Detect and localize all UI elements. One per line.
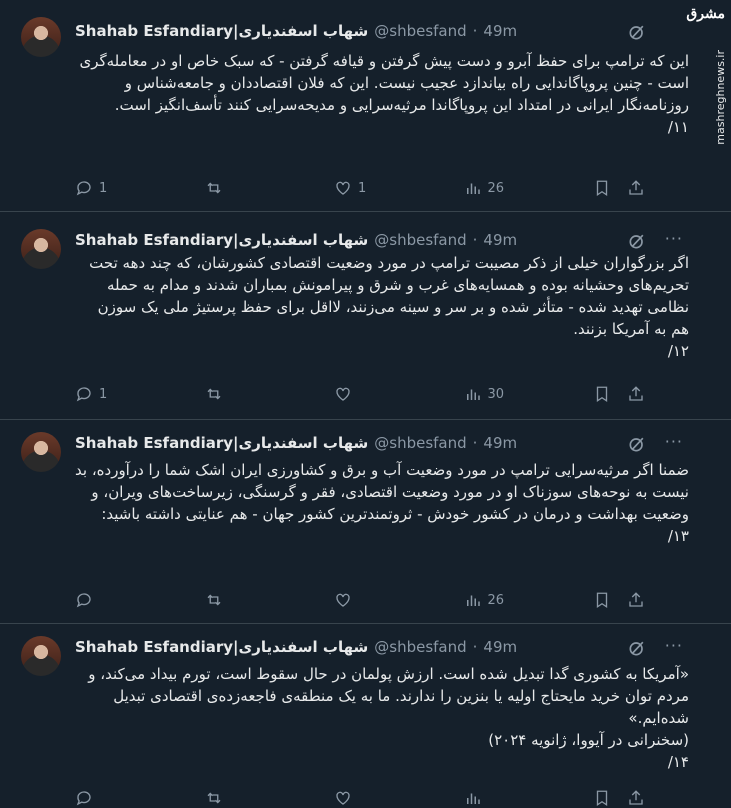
more-options-button[interactable]: ··· bbox=[665, 229, 683, 248]
author-name[interactable]: Shahab Esfandiary|شهاب اسفندیاری bbox=[75, 638, 368, 656]
more-options-button[interactable]: ··· bbox=[665, 636, 683, 655]
share-icon[interactable] bbox=[627, 789, 645, 807]
repost-button[interactable] bbox=[205, 385, 265, 403]
grok-icon[interactable] bbox=[627, 434, 647, 454]
heart-icon bbox=[336, 593, 350, 607]
grok-icon[interactable] bbox=[627, 231, 647, 251]
views-button[interactable]: 26 bbox=[464, 591, 524, 609]
views-icon bbox=[466, 793, 480, 804]
tweet-time[interactable]: 49m bbox=[483, 434, 517, 452]
reply-button[interactable]: 1 bbox=[75, 179, 135, 197]
repost-button[interactable] bbox=[205, 591, 265, 609]
reply-button[interactable]: 1 bbox=[75, 385, 135, 403]
reply-button[interactable] bbox=[75, 591, 135, 609]
avatar[interactable] bbox=[21, 17, 61, 57]
views-count: 30 bbox=[487, 386, 505, 402]
like-button[interactable] bbox=[334, 385, 394, 403]
author-name[interactable]: Shahab Esfandiary|شهاب اسفندیاری bbox=[75, 22, 368, 40]
separator-dot: · bbox=[472, 231, 478, 249]
tweet-text: اگر بزرگواران خیلی از ذکر مصیبت ترامپ در… bbox=[89, 254, 689, 360]
repost-icon bbox=[207, 594, 220, 606]
author-handle[interactable]: @shbesfand bbox=[374, 22, 466, 40]
bookmark-icon[interactable] bbox=[593, 789, 611, 807]
grok-icon[interactable] bbox=[627, 638, 647, 658]
separator-dot: · bbox=[472, 638, 478, 656]
author-name[interactable]: Shahab Esfandiary|شهاب اسفندیاری bbox=[75, 231, 368, 249]
repost-icon bbox=[207, 182, 220, 194]
more-options-button[interactable]: ··· bbox=[665, 432, 683, 451]
tweet[interactable]: Shahab Esfandiary|شهاب اسفندیاری @shbesf… bbox=[0, 420, 731, 624]
separator-dot: · bbox=[472, 434, 478, 452]
views-count: 26 bbox=[487, 592, 505, 608]
repost-button[interactable] bbox=[205, 179, 265, 197]
like-count: 1 bbox=[358, 180, 367, 196]
tweet-text: ضمنا اگر مرثیه‌سرایی ترامپ در مورد وضعیت… bbox=[75, 461, 689, 545]
avatar[interactable] bbox=[21, 229, 61, 269]
tweet-text: این که ترامپ برای حفظ آبرو و دست پیش گرف… bbox=[79, 52, 689, 136]
reply-count: 1 bbox=[99, 386, 108, 402]
author-handle[interactable]: @shbesfand bbox=[374, 638, 466, 656]
reply-icon bbox=[76, 387, 91, 402]
tweet-time[interactable]: 49m bbox=[483, 22, 517, 40]
heart-icon bbox=[336, 181, 350, 195]
reply-icon bbox=[76, 791, 91, 806]
tweet-actions: 26 bbox=[75, 590, 645, 610]
separator-dot: · bbox=[472, 22, 478, 40]
bookmark-icon[interactable] bbox=[593, 591, 611, 609]
repost-icon bbox=[207, 388, 220, 400]
share-icon[interactable] bbox=[627, 591, 645, 609]
heart-icon bbox=[336, 791, 350, 805]
repost-button[interactable] bbox=[205, 789, 265, 807]
heart-icon bbox=[336, 387, 350, 401]
tweet-actions: 1 30 bbox=[75, 384, 645, 404]
author-name[interactable]: Shahab Esfandiary|شهاب اسفندیاری bbox=[75, 434, 368, 452]
tweet-actions bbox=[75, 788, 645, 808]
tweet-time[interactable]: 49m bbox=[483, 638, 517, 656]
reply-icon bbox=[76, 181, 91, 196]
tweet-text: «آمریکا به کشوری گدا تبدیل شده است. ارزش… bbox=[88, 665, 689, 771]
reply-count: 1 bbox=[99, 180, 108, 196]
reply-icon bbox=[76, 593, 91, 608]
repost-icon bbox=[207, 792, 220, 804]
views-button[interactable]: 30 bbox=[464, 385, 524, 403]
author-handle[interactable]: @shbesfand bbox=[374, 434, 466, 452]
views-button[interactable] bbox=[464, 789, 524, 807]
views-icon bbox=[466, 389, 480, 400]
bookmark-icon[interactable] bbox=[593, 179, 611, 197]
bookmark-icon[interactable] bbox=[593, 385, 611, 403]
tweet-header: Shahab Esfandiary|شهاب اسفندیاری @shbesf… bbox=[75, 636, 671, 658]
share-icon[interactable] bbox=[627, 385, 645, 403]
views-icon bbox=[466, 595, 480, 606]
tweet-header: Shahab Esfandiary|شهاب اسفندیاری @shbesf… bbox=[75, 229, 671, 251]
like-button[interactable]: 1 bbox=[334, 179, 394, 197]
tweet-actions: 1 1 26 bbox=[75, 178, 645, 198]
avatar[interactable] bbox=[21, 432, 61, 472]
share-icon[interactable] bbox=[627, 179, 645, 197]
tweet[interactable]: Shahab Esfandiary|شهاب اسفندیاری @shbesf… bbox=[0, 0, 731, 212]
like-button[interactable] bbox=[334, 789, 394, 807]
tweet[interactable]: Shahab Esfandiary|شهاب اسفندیاری @shbesf… bbox=[0, 212, 731, 420]
like-button[interactable] bbox=[334, 591, 394, 609]
tweet-time[interactable]: 49m bbox=[483, 231, 517, 249]
tweet-header: Shahab Esfandiary|شهاب اسفندیاری @shbesf… bbox=[75, 432, 671, 454]
grok-icon[interactable] bbox=[627, 22, 647, 42]
avatar[interactable] bbox=[21, 636, 61, 676]
views-button[interactable]: 26 bbox=[464, 179, 524, 197]
tweet[interactable]: Shahab Esfandiary|شهاب اسفندیاری @shbesf… bbox=[0, 624, 731, 807]
views-count: 26 bbox=[487, 180, 505, 196]
author-handle[interactable]: @shbesfand bbox=[374, 231, 466, 249]
tweet-header: Shahab Esfandiary|شهاب اسفندیاری @shbesf… bbox=[75, 20, 671, 42]
views-icon bbox=[466, 183, 480, 194]
reply-button[interactable] bbox=[75, 789, 135, 807]
